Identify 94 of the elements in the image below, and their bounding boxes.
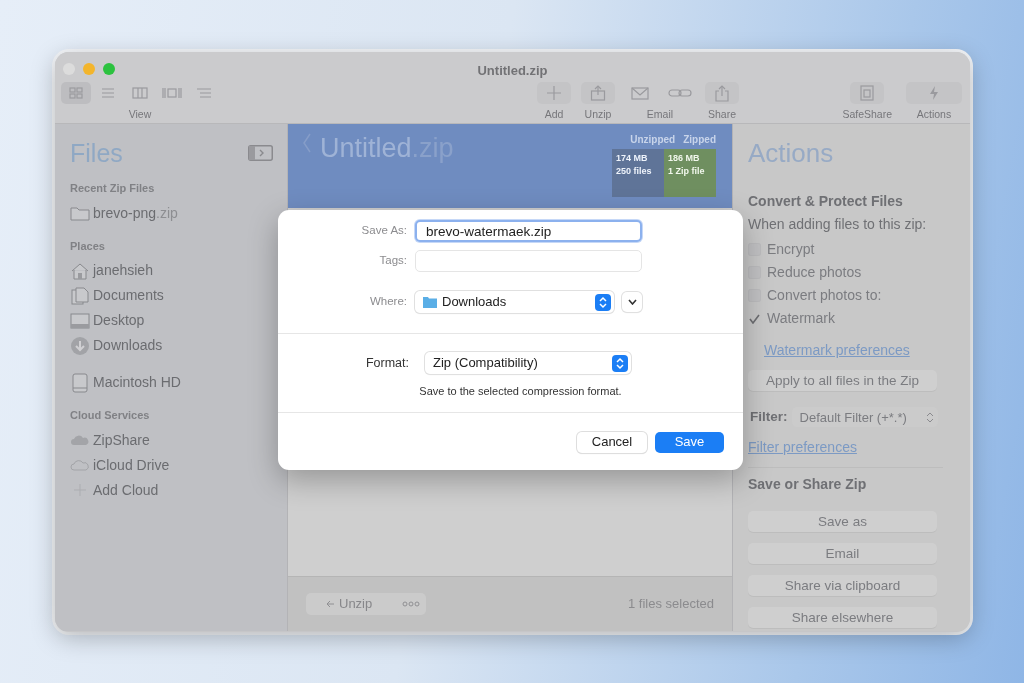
share-button[interactable]: Share elsewhere [748, 607, 937, 629]
share-icon [715, 84, 729, 102]
location-select[interactable]: Downloads [415, 291, 614, 313]
zoom-button[interactable] [103, 63, 115, 75]
toolbar-label: SafeShare [842, 107, 892, 122]
stat-value: 250 files [616, 165, 653, 178]
checkmark-icon [749, 313, 760, 324]
minimize-button[interactable] [83, 63, 95, 75]
toolbar-label: Email [646, 107, 674, 122]
sidebar-item[interactable]: Desktop [70, 308, 273, 333]
section-heading: Recent Zip Files [70, 181, 156, 196]
sidebar-item[interactable]: Downloads [70, 333, 273, 358]
preferences-link[interactable]: Filter preferences [748, 439, 857, 456]
section-heading: Places [70, 238, 106, 254]
stat-value: 174 MB [616, 152, 649, 165]
stat-heading: Unzipped [630, 133, 676, 147]
preferences-link[interactable]: Watermark preferences [764, 342, 910, 359]
sidebar-item[interactable]: Documents [70, 283, 273, 308]
columns-icon [132, 87, 148, 99]
checkbox[interactable] [748, 266, 761, 280]
toolbar-button[interactable] [581, 82, 615, 104]
list-icon [101, 87, 115, 99]
checkbox[interactable] [748, 312, 761, 326]
filename-field[interactable]: brevo-watermaek.zip [415, 220, 642, 242]
documents-icon [70, 286, 90, 305]
unzip-button[interactable]: Unzip [306, 593, 427, 615]
sidebar-item[interactable]: Add Cloud [70, 477, 273, 503]
left-arrow-icon [326, 600, 335, 608]
stepper-icon [612, 354, 628, 372]
stepper-icon [925, 411, 934, 423]
option-label: Convert photos to: [767, 286, 882, 306]
toolbar-label: Share [708, 107, 736, 122]
option-label: Watermark [767, 309, 835, 329]
gallery-icon [162, 87, 182, 99]
share-button[interactable]: Share via clipboard [748, 575, 937, 597]
field-label: Where: [368, 294, 408, 310]
toolbar-label: Unzip [584, 107, 612, 122]
sidebar-toggle-icon [248, 145, 273, 161]
checkbox[interactable] [748, 289, 761, 303]
filter-label: Filter: [750, 408, 788, 427]
format-select[interactable]: Zip (Compatibility) [425, 352, 631, 374]
toolbar-button[interactable] [850, 82, 885, 104]
drive-icon [70, 372, 90, 393]
toolbar-button[interactable] [906, 82, 962, 104]
desktop-icon [70, 312, 90, 329]
toolbar-label: View [128, 107, 152, 122]
toolbar-label: Actions [916, 107, 952, 122]
window-title: Untitled.zip [477, 62, 548, 80]
save-button[interactable]: Save [655, 431, 724, 453]
house-icon [70, 261, 90, 280]
section-heading: Save or Share Zip [748, 475, 868, 495]
checkbox[interactable] [748, 243, 761, 257]
format-note: Save to the selected compression format. [418, 384, 623, 399]
cloud-icon [70, 433, 90, 447]
apply-button[interactable]: Apply to all files in the Zip [748, 370, 937, 392]
section-heading: Convert & Protect Files [748, 192, 904, 212]
box-arrow-icon [590, 85, 606, 101]
sidebar-item[interactable]: iCloud Drive [70, 452, 273, 478]
tags-field[interactable] [415, 250, 642, 272]
folder-icon [70, 205, 90, 221]
stepper-icon [595, 293, 611, 311]
field-label: Tags: [378, 253, 408, 269]
field-label: Save As: [360, 223, 408, 239]
plus-icon [546, 85, 562, 101]
stat-value: 1 Zip file [668, 165, 706, 178]
outline-icon [196, 87, 212, 99]
share-button[interactable]: Email [748, 543, 937, 565]
chevron-down-icon [627, 299, 637, 305]
cancel-button[interactable]: Cancel [577, 431, 647, 453]
toolbar-label: Add [544, 107, 564, 122]
folder-icon [423, 296, 437, 308]
sidebar-item[interactable]: Macintosh HD [70, 370, 273, 395]
sidebar-item[interactable]: ZipShare [70, 427, 273, 453]
option-label: Encrypt [767, 240, 815, 260]
share-button[interactable]: Save as [748, 511, 937, 533]
toolbar-button[interactable] [705, 82, 739, 104]
section-heading: Cloud Services [70, 408, 151, 423]
cloud-icon [70, 458, 90, 472]
grid-icon [69, 87, 83, 99]
link-icon [668, 87, 692, 99]
field-label: Format: [364, 354, 410, 372]
toolbar-button[interactable] [537, 82, 571, 104]
lightning-icon [929, 85, 939, 101]
option-label: Reduce photos [767, 263, 862, 283]
sidebar-item[interactable]: janehsieh [70, 258, 273, 283]
more-icon [402, 601, 421, 607]
expand-button[interactable] [622, 292, 642, 312]
stat-heading: Zipped [683, 133, 716, 147]
shield-document-icon [860, 85, 875, 101]
stat-value: 186 MB [668, 152, 701, 165]
section-subtitle: When adding files to this zip: [748, 215, 928, 235]
download-circle-icon [70, 335, 90, 356]
view-mode-button[interactable] [61, 82, 91, 104]
envelope-icon [631, 86, 649, 100]
